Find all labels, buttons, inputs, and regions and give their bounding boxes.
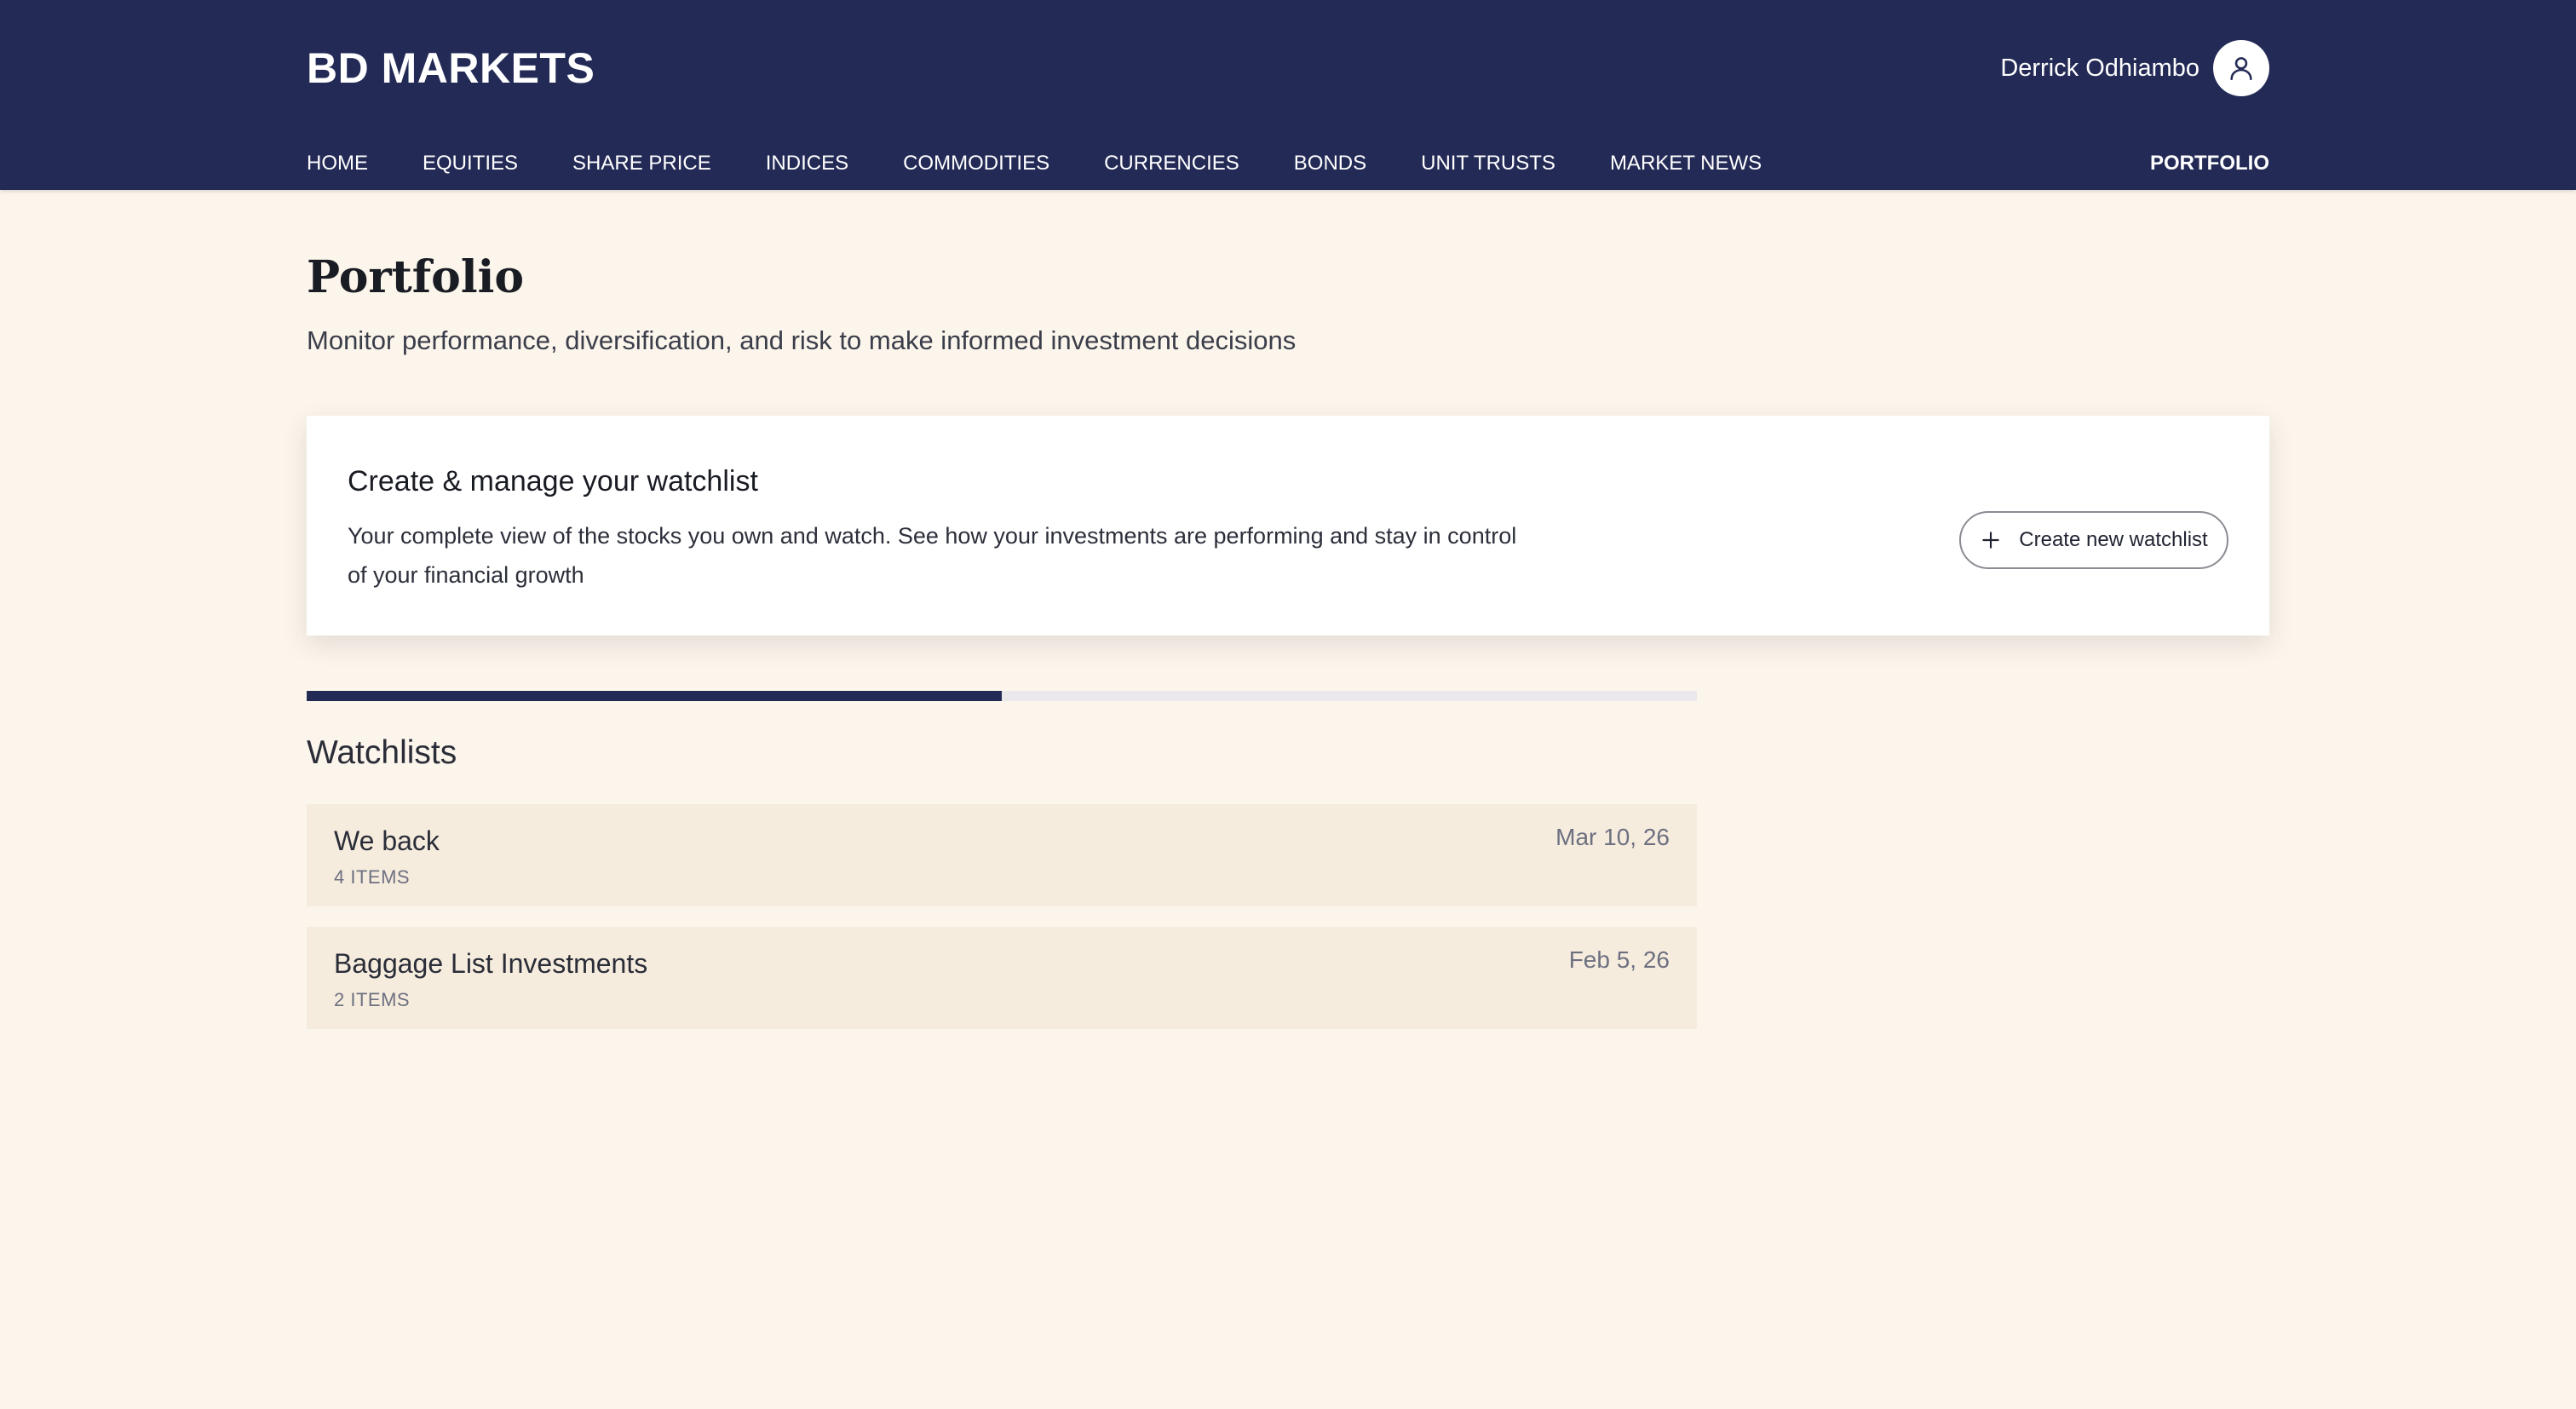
user-menu[interactable]: Derrick Odhiambo (2000, 40, 2269, 96)
plus-icon (1980, 529, 2002, 551)
list-item[interactable]: Baggage List Investments 2 ITEMS Feb 5, … (307, 927, 1697, 1029)
watchlist-name: Baggage List Investments (334, 948, 648, 979)
list-item[interactable]: We back 4 ITEMS Mar 10, 26 (307, 804, 1697, 906)
nav-item-bonds[interactable]: BONDS (1294, 148, 1366, 179)
card-title: Create & manage your watchlist (348, 465, 758, 497)
nav-item-home[interactable]: HOME (307, 148, 368, 179)
nav-item-unit-trusts[interactable]: UNIT TRUSTS (1421, 148, 1555, 179)
progress-bar (307, 691, 1697, 701)
nav-item-currencies[interactable]: CURRENCIES (1104, 148, 1239, 179)
watchlist-date: Feb 5, 26 (1568, 946, 1670, 973)
avatar[interactable] (2213, 40, 2269, 96)
nav-item-share-price[interactable]: SHARE PRICE (572, 148, 711, 179)
user-icon (2230, 57, 2252, 81)
main-nav: HOME EQUITIES SHARE PRICE INDICES COMMOD… (307, 148, 1816, 179)
nav-item-equities[interactable]: EQUITIES (423, 148, 518, 179)
nav-item-indices[interactable]: INDICES (766, 148, 848, 179)
watchlist-item-count: 2 ITEMS (334, 989, 411, 1010)
watchlist-item-count: 4 ITEMS (334, 866, 411, 888)
top-header: BD MARKETS Derrick Odhiambo HOME EQUITIE… (0, 0, 2576, 190)
watchlist-date: Mar 10, 26 (1555, 824, 1670, 850)
nav-item-market-news[interactable]: MARKET NEWS (1610, 148, 1762, 179)
card-description: Your complete view of the stocks you own… (348, 523, 1517, 588)
page-title: Portfolio (307, 251, 525, 303)
progress-bar-fill (307, 691, 1002, 701)
watchlist-list: We back 4 ITEMS Mar 10, 26 Baggage List … (307, 804, 1697, 1050)
create-watchlist-button[interactable]: Create new watchlist (1959, 511, 2228, 569)
watchlist-name: We back (334, 825, 440, 856)
brand-logo[interactable]: BD MARKETS (307, 43, 595, 94)
user-name[interactable]: Derrick Odhiambo (2000, 55, 2199, 83)
watchlists-title: Watchlists (307, 734, 457, 771)
create-watchlist-label: Create new watchlist (2019, 528, 2208, 551)
page-subtitle: Monitor performance, diversification, an… (307, 325, 1297, 355)
nav-item-portfolio[interactable]: PORTFOLIO (2150, 148, 2269, 179)
watchlist-intro-card: Create & manage your watchlist Your comp… (307, 416, 2269, 635)
nav-item-commodities[interactable]: COMMODITIES (903, 148, 1049, 179)
